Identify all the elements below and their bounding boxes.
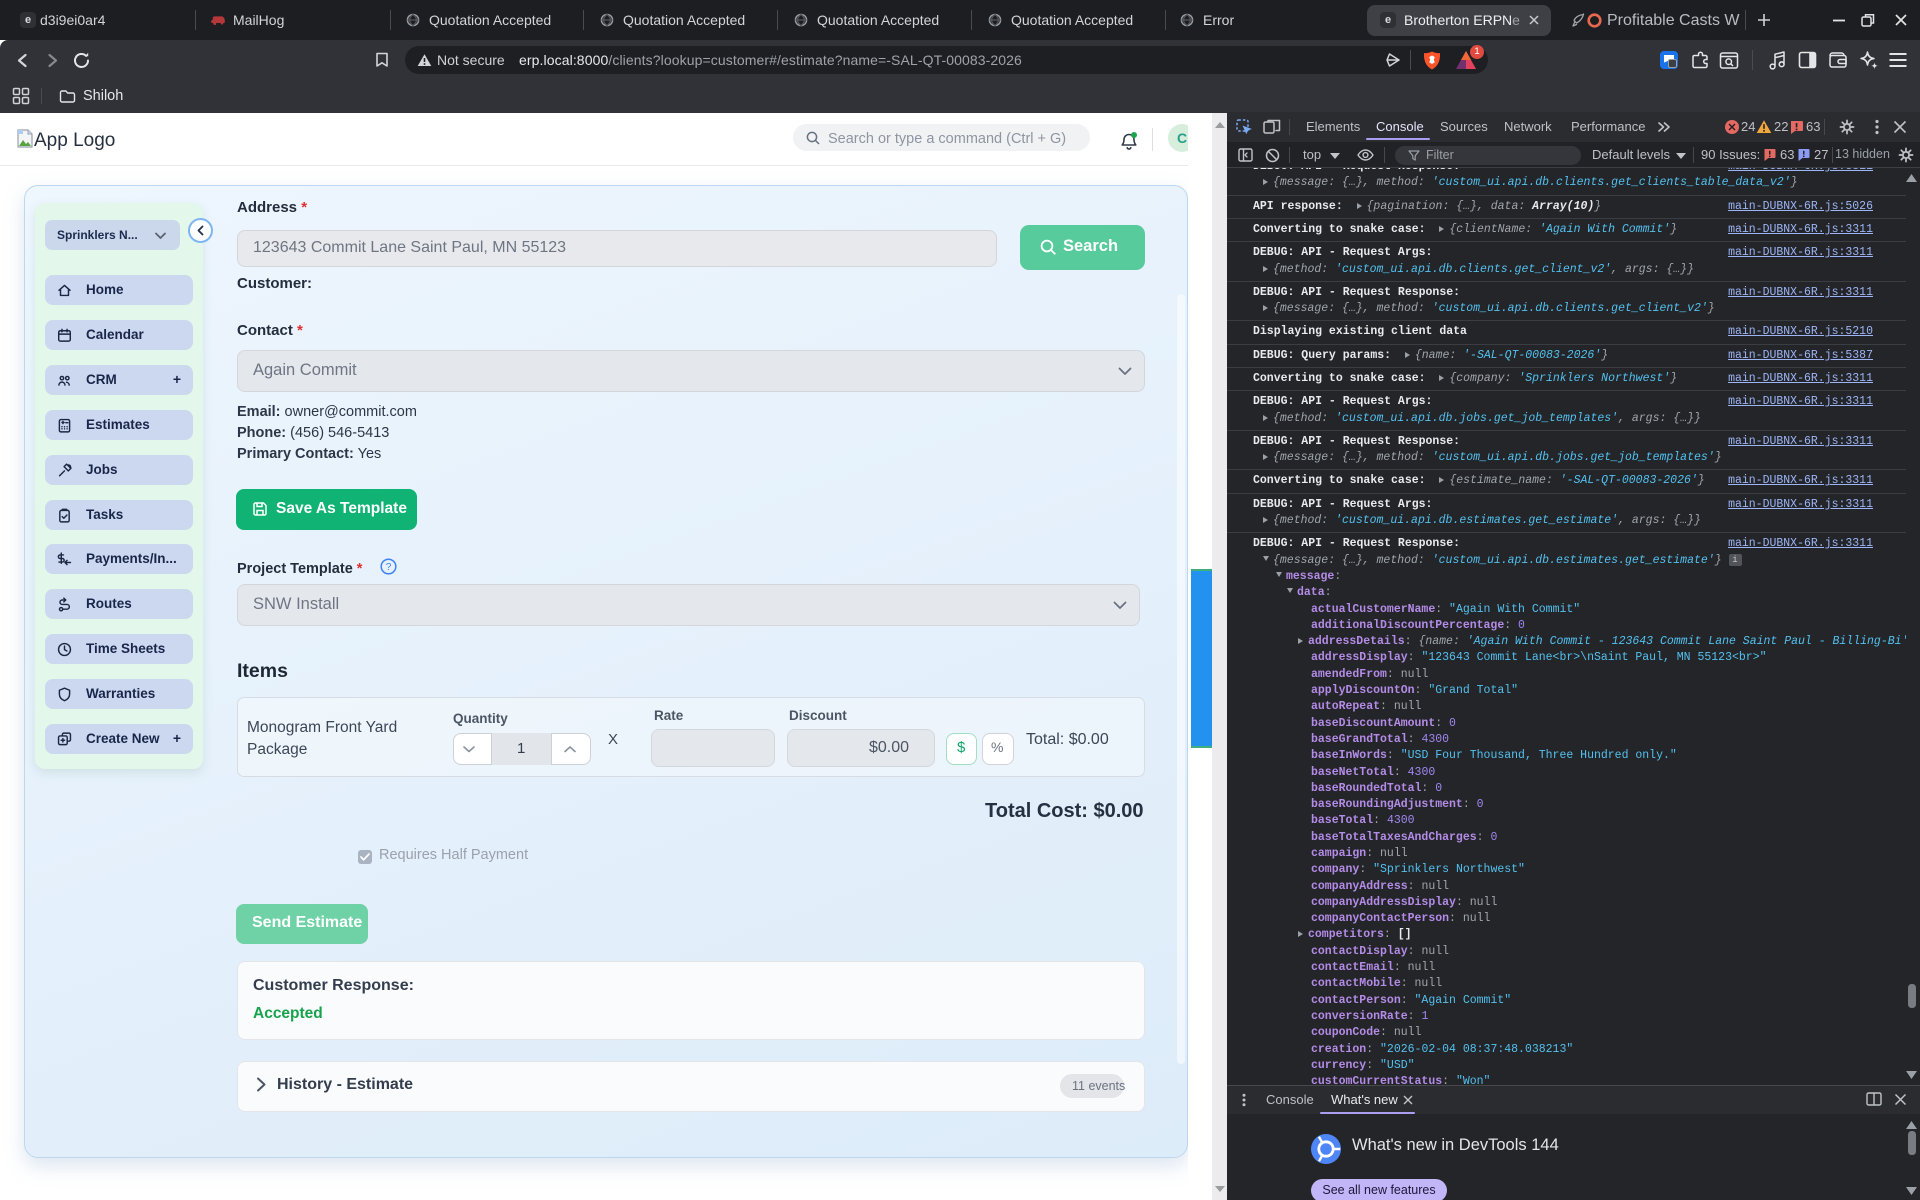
svg-text:?: ? (386, 562, 392, 573)
